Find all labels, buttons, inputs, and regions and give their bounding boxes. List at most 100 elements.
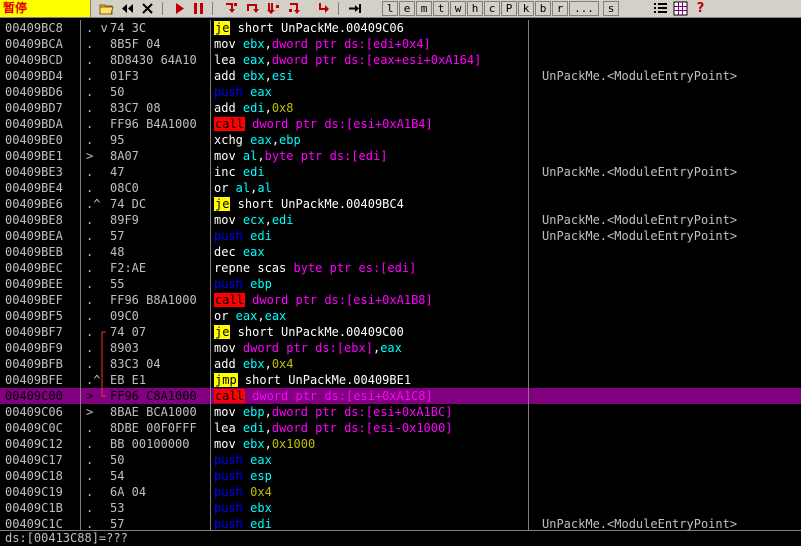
step-over-icon[interactable] (245, 1, 260, 16)
instruction-mnemonic: call (214, 389, 245, 403)
listing-row[interactable]: 00409C0C. 8DBE 00F0FFF lea edi,dword ptr d… (0, 420, 801, 436)
selected-listing-row[interactable]: 00409C00 > FF96 C8A1000 call dword ptr ds:[… (0, 388, 801, 404)
row-hex-bytes: 83C7 08 (110, 101, 161, 115)
pause-icon[interactable] (191, 1, 206, 16)
row-instruction: push 0x4 (214, 484, 524, 500)
listing-row[interactable]: 00409C1B. 53 push ebx (0, 500, 801, 516)
row-hex-bytes: 47 (110, 165, 125, 179)
window-button-more[interactable]: ... (569, 1, 599, 16)
window-button-e[interactable]: e (399, 1, 415, 16)
step-into-icon[interactable] (224, 1, 239, 16)
row-hex-bytes: 95 (110, 133, 125, 147)
trace-into-icon[interactable] (266, 1, 281, 16)
window-button-k[interactable]: k (518, 1, 534, 16)
listing-row[interactable]: 00409BD6. 50 push eax (0, 84, 801, 100)
toolbar: 暂停 l e m t w h c P k b r ... s ? (0, 0, 801, 18)
listing-row[interactable]: 00409C17. 50 push eax (0, 452, 801, 468)
row-hex-bytes: 8903 (110, 341, 139, 355)
window-button-r[interactable]: r (552, 1, 568, 16)
list-icon[interactable] (653, 1, 668, 16)
listing-row[interactable]: 00409C19. 6A 04 push 0x4 (0, 484, 801, 500)
instruction-operand: UnPackMe.00409BC4 (281, 197, 404, 211)
instruction-operand: dword ptr ds:[esi+0xA1B4] (244, 117, 433, 131)
instruction-operand: eax (235, 53, 265, 67)
listing-row[interactable]: 00409BCD. 8D8430 64A10 lea eax,dword ptr d… (0, 52, 801, 68)
window-button-l[interactable]: l (382, 1, 398, 16)
listing-row[interactable]: 00409C12. BB 00100000 mov ebx,0x1000 (0, 436, 801, 452)
help-icon[interactable]: ? (693, 1, 708, 16)
instruction-operand: , (264, 405, 272, 419)
close-icon[interactable] (140, 1, 155, 16)
window-button-c[interactable]: c (484, 1, 500, 16)
row-instruction: push edi (214, 228, 524, 244)
listing-row[interactable]: 00409BEF. FF96 B8A1000 call dword ptr ds:[… (0, 292, 801, 308)
row-instruction: mov dword ptr ds:[ebx],eax (214, 340, 524, 356)
listing-row[interactable]: 00409BE8. 89F9 mov ecx,edi UnPackMe.<Module… (0, 212, 801, 228)
row-comment: UnPackMe.<ModuleEntryPoint> (542, 229, 738, 243)
window-button-b[interactable]: b (535, 1, 551, 16)
instruction-operand: , (264, 37, 272, 51)
listing-row[interactable]: 00409C06 >8BAE BCA1000 mov ebp,dword ptr d… (0, 404, 801, 420)
listing-row[interactable]: 00409BFE .^ EB E1 jmp short UnPackMe.00409B… (0, 372, 801, 388)
row-comment: UnPackMe.<ModuleEntryPoint> (542, 165, 738, 179)
window-button-m[interactable]: m (416, 1, 432, 16)
instruction-operand: short (230, 197, 282, 211)
window-button-w[interactable]: w (450, 1, 466, 16)
window-button-s[interactable]: s (603, 1, 619, 16)
toolbar-separator (338, 2, 339, 15)
listing-row[interactable]: 00409BEB. 48 dec eax (0, 244, 801, 260)
listing-row[interactable]: 00409BE6 .^ 74 DC je short UnPackMe.00409BC… (0, 196, 801, 212)
row-address: 00409BD7 (5, 101, 63, 115)
row-hex-bytes: FF96 B8A1000 (110, 293, 197, 307)
listing-row[interactable]: 00409C18. 54 push esp (0, 468, 801, 484)
listing-row[interactable]: 00409BE3. 47 inc edi UnPackMe.<ModuleEntryP… (0, 164, 801, 180)
open-folder-icon[interactable] (99, 1, 114, 16)
row-address: 00409BEA (5, 229, 63, 243)
window-button-t[interactable]: t (433, 1, 449, 16)
disassembly-listing[interactable]: 00409BC8. v 74 3C je short UnPackMe.00409C… (0, 20, 801, 530)
listing-row[interactable]: 00409BE4. 08C0 or al,al (0, 180, 801, 196)
row-instruction: call dword ptr ds:[esi+0xA1B8] (214, 292, 524, 308)
listing-row[interactable]: 00409BCA. 8B5F 04 mov ebx,dword ptr ds:[ed… (0, 36, 801, 52)
row-hex-bytes: 50 (110, 453, 125, 467)
toolbar-separator (212, 2, 213, 15)
listing-row[interactable]: 00409BEA. 57 push edi UnPackMe.<ModuleEntry… (0, 228, 801, 244)
listing-row[interactable]: 00409BDA. FF96 B4A1000 call dword ptr ds:[… (0, 116, 801, 132)
trace-over-icon[interactable] (287, 1, 302, 16)
listing-row[interactable]: 00409BF5. 09C0 or eax,eax (0, 308, 801, 324)
instruction-operand: eax (242, 453, 272, 467)
row-address: 00409BD6 (5, 85, 63, 99)
instruction-mnemonic: add (214, 101, 236, 115)
row-hex-bytes: 74 3C (110, 21, 147, 35)
row-hex-bytes: 83C3 04 (110, 357, 161, 371)
listing-row[interactable]: 00409BF9. 8903 mov dword ptr ds:[ebx],eax (0, 340, 801, 356)
row-instruction: je short UnPackMe.00409C06 (214, 20, 524, 36)
options-grid-icon[interactable] (673, 1, 688, 16)
rewind-icon[interactable] (120, 1, 135, 16)
listing-row[interactable]: 00409BE0. 95 xchg eax,ebp (0, 132, 801, 148)
window-button-h[interactable]: h (467, 1, 483, 16)
row-instruction: add ebx,0x4 (214, 356, 524, 372)
window-button-p[interactable]: P (501, 1, 517, 16)
listing-row[interactable]: 00409C1C. 57 push edi UnPackMe.<ModuleEntry… (0, 516, 801, 530)
listing-row[interactable]: 00409BD4. 01F3 add ebx,esi UnPackMe.<Module… (0, 68, 801, 84)
instruction-mnemonic: push (214, 229, 243, 243)
instruction-operand: 0x4 (242, 485, 272, 499)
run-icon[interactable] (172, 1, 187, 16)
row-address: 00409BE0 (5, 133, 63, 147)
row-hex-bytes: 08C0 (110, 181, 139, 195)
listing-row[interactable]: 00409BC8. v 74 3C je short UnPackMe.00409C… (0, 20, 801, 36)
row-instruction: je short UnPackMe.00409BC4 (214, 196, 524, 212)
listing-row[interactable]: 00409BEE. 55 push ebp (0, 276, 801, 292)
row-address: 00409BE1 (5, 149, 63, 163)
listing-row[interactable]: 00409BEC. F2:AE repne scas byte ptr es:[ed… (0, 260, 801, 276)
listing-row[interactable]: 00409BE1 >8A07 mov al,byte ptr ds:[edi] (0, 148, 801, 164)
instruction-operand: edi (242, 229, 272, 243)
listing-row[interactable]: 00409BFB. 83C3 04 add ebx,0x4 (0, 356, 801, 372)
instruction-mnemonic: je (214, 21, 231, 35)
listing-row[interactable]: 00409BD7. 83C7 08 add edi,0x8 (0, 100, 801, 116)
listing-row[interactable]: 00409BF7. 74 07 je short UnPackMe.00409C00 (0, 324, 801, 340)
go-to-icon[interactable] (347, 1, 362, 16)
execute-till-return-icon[interactable] (316, 1, 331, 16)
row-instruction: push esp (214, 468, 524, 484)
